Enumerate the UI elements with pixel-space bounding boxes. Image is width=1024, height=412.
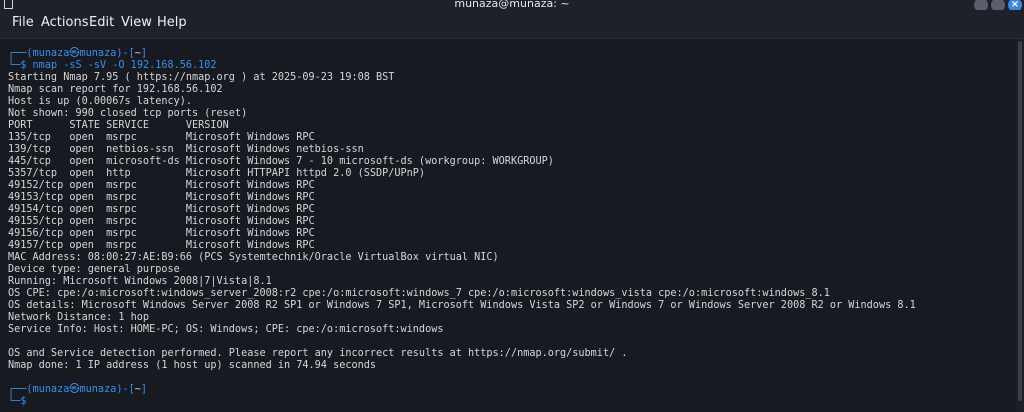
command-text: nmap -sS -sV -O 192.168.56.102: [32, 60, 217, 71]
prompt-user: munaza㉿munaza: [32, 384, 117, 395]
port-row: 49155/tcp open msrpc Microsoft Windows R…: [8, 216, 315, 227]
port-row: 49154/tcp open msrpc Microsoft Windows R…: [8, 204, 315, 215]
close-icon: ×: [1010, 0, 1020, 10]
output-line: Nmap scan report for 192.168.56.102: [8, 84, 223, 95]
menu-actions[interactable]: Actions: [41, 15, 89, 30]
output-line: OS details: Microsoft Windows Server 200…: [8, 300, 916, 311]
window-title: munaza@munaza: ~: [454, 0, 570, 10]
prompt-line-top: ┌──(munaza㉿munaza)-[~]: [8, 48, 148, 59]
port-row: 49156/tcp open msrpc Microsoft Windows R…: [8, 228, 315, 239]
port-row: 5357/tcp open http Microsoft HTTPAPI htt…: [8, 168, 426, 179]
output-line: Running: Microsoft Windows 2008|7|Vista|…: [8, 276, 272, 287]
port-table-header: PORT STATE SERVICE VERSION: [8, 120, 229, 131]
prompt-arrow-line: └─$: [8, 396, 33, 407]
prompt-line-top: ┌──(munaza㉿munaza)-[~]: [8, 384, 148, 395]
title-bar: munaza@munaza: ~ ×: [0, 0, 1024, 12]
output-line: Not shown: 990 closed tcp ports (reset): [8, 108, 248, 119]
output-line: Host is up (0.00067s latency).: [8, 96, 193, 107]
output-line: Starting Nmap 7.95 ( https://nmap.org ) …: [8, 72, 395, 83]
port-row: 49153/tcp open msrpc Microsoft Windows R…: [8, 192, 315, 203]
output-line: OS CPE: cpe:/o:microsoft:windows_server_…: [8, 288, 830, 299]
scrollbar-thumb[interactable]: [1018, 41, 1022, 401]
port-row: 445/tcp open microsoft-ds Microsoft Wind…: [8, 156, 554, 167]
menu-edit[interactable]: Edit: [89, 15, 114, 30]
menu-view[interactable]: View: [121, 15, 152, 30]
command-line: └─$ nmap -sS -sV -O 192.168.56.102: [8, 60, 217, 71]
port-row: 49157/tcp open msrpc Microsoft Windows R…: [8, 240, 315, 251]
port-row: 139/tcp open netbios-ssn Microsoft Windo…: [8, 144, 364, 155]
output-line: Network Distance: 1 hop: [8, 312, 150, 323]
terminal-scrollbar[interactable]: [1016, 39, 1024, 412]
port-row: 135/tcp open msrpc Microsoft Windows RPC: [8, 132, 315, 143]
prompt-user: munaza㉿munaza: [32, 48, 117, 59]
output-line: OS and Service detection performed. Plea…: [8, 348, 628, 359]
menu-file[interactable]: File: [12, 15, 34, 30]
port-row: 49152/tcp open msrpc Microsoft Windows R…: [8, 180, 315, 191]
menu-help[interactable]: Help: [157, 15, 187, 30]
output-line: MAC Address: 08:00:27:AE:B9:66 (PCS Syst…: [8, 252, 499, 263]
output-line: Service Info: Host: HOME-PC; OS: Windows…: [8, 324, 444, 335]
terminal-output-area[interactable]: ┌──(munaza㉿munaza)-[~] └─$ nmap -sS -sV …: [0, 39, 1016, 412]
output-line: Device type: general purpose: [8, 264, 180, 275]
output-line: Nmap done: 1 IP address (1 host up) scan…: [8, 360, 377, 371]
menu-bar: File Actions Edit View Help: [0, 10, 1024, 39]
